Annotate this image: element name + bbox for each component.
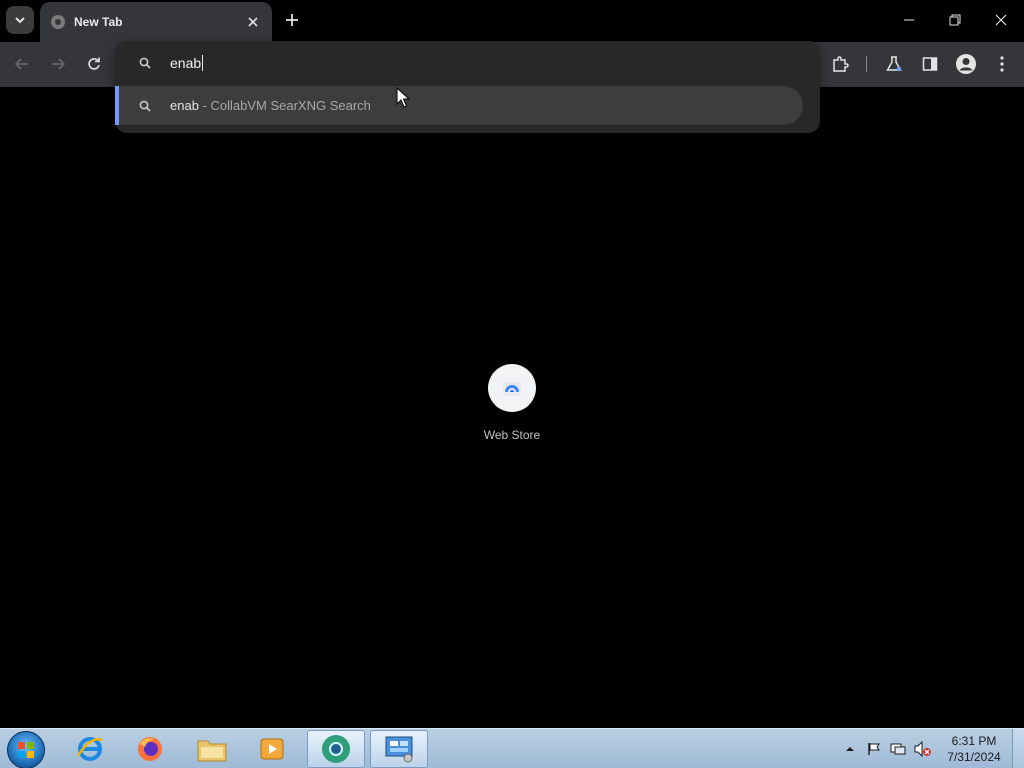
search-icon <box>137 98 153 114</box>
internet-explorer-icon <box>76 737 103 761</box>
minimize-button[interactable] <box>886 0 932 40</box>
media-player-icon <box>260 738 284 760</box>
taskbar: 6:31 PM 7/31/2024 <box>0 728 1024 768</box>
shortcut-label: Web Store <box>483 428 541 442</box>
address-bar[interactable]: enab <box>115 41 820 85</box>
folder-icon <box>197 740 227 762</box>
windows-logo-icon <box>18 742 34 758</box>
text-caret <box>202 55 204 71</box>
tab-close-icon[interactable] <box>244 13 262 31</box>
show-desktop-button[interactable] <box>1012 729 1024 768</box>
side-panel-icon <box>922 57 938 71</box>
minimize-icon <box>904 19 914 21</box>
suggestion-query: enab <box>170 98 199 113</box>
taskbar-control-panel[interactable] <box>370 730 428 768</box>
suggestion-description: - CollabVM SearXNG Search <box>202 98 371 113</box>
tab-new-tab[interactable]: New Tab <box>40 2 272 42</box>
system-clock[interactable]: 6:31 PM 7/31/2024 <box>938 733 1010 765</box>
shortcut-web-store[interactable]: Web Store <box>472 362 552 448</box>
clock-time: 6:31 PM <box>951 734 997 748</box>
arrow-left-icon <box>15 58 28 70</box>
forward-button[interactable] <box>44 50 72 78</box>
taskbar-chrome[interactable] <box>307 730 365 768</box>
flag-icon <box>868 743 880 755</box>
tab-strip: New Tab <box>0 0 1024 42</box>
menu-button[interactable] <box>988 50 1016 78</box>
network-icon <box>890 743 906 755</box>
network-status[interactable] <box>888 729 908 768</box>
kebab-menu-icon <box>1000 56 1004 72</box>
taskbar-firefox[interactable] <box>121 730 179 768</box>
puzzle-icon <box>833 56 849 72</box>
suggestion-text: enab - CollabVM SearXNG Search <box>170 98 371 113</box>
action-center-flag[interactable] <box>864 729 884 768</box>
chevron-up-icon <box>846 747 854 751</box>
reload-icon <box>88 57 100 70</box>
close-window-button[interactable] <box>978 0 1024 40</box>
start-button[interactable] <box>7 731 45 768</box>
extensions-button[interactable] <box>826 50 854 78</box>
labs-button[interactable] <box>880 50 908 78</box>
omnibox-popup: enab enab - CollabVM SearXNG Search <box>115 41 820 133</box>
back-button[interactable] <box>8 50 36 78</box>
volume-muted[interactable] <box>912 729 934 768</box>
restore-button[interactable] <box>932 0 978 40</box>
firefox-icon <box>138 737 162 761</box>
selection-indicator <box>115 86 119 125</box>
chrome-icon <box>50 14 66 30</box>
address-input[interactable]: enab <box>170 55 204 71</box>
search-icon <box>137 55 153 71</box>
new-tab-button[interactable] <box>280 8 304 32</box>
web-store-icon <box>488 364 536 412</box>
omnibox-suggestion[interactable]: enab - CollabVM SearXNG Search <box>115 86 803 125</box>
flask-icon <box>886 56 902 72</box>
avatar-icon <box>956 54 976 74</box>
clock-date: 7/31/2024 <box>947 750 1001 764</box>
mouse-cursor-icon <box>396 87 410 108</box>
profile-button[interactable] <box>952 50 980 78</box>
taskbar-media-player[interactable] <box>243 730 301 768</box>
plus-icon <box>286 14 298 26</box>
reload-button[interactable] <box>80 50 108 78</box>
tab-title: New Tab <box>74 15 123 29</box>
restore-icon <box>949 14 961 26</box>
arrow-right-icon <box>52 58 65 70</box>
tab-search-button[interactable] <box>6 6 34 34</box>
side-panel-button[interactable] <box>916 50 944 78</box>
chrome-icon <box>322 735 350 763</box>
show-hidden-icons-button[interactable] <box>843 729 857 768</box>
chevron-down-icon <box>15 17 25 24</box>
control-panel-icon <box>385 736 413 763</box>
taskbar-internet-explorer[interactable] <box>61 730 119 768</box>
toolbar-separator <box>866 56 867 72</box>
speaker-muted-icon <box>914 741 931 757</box>
close-icon <box>995 14 1007 26</box>
taskbar-file-explorer[interactable] <box>183 730 241 768</box>
